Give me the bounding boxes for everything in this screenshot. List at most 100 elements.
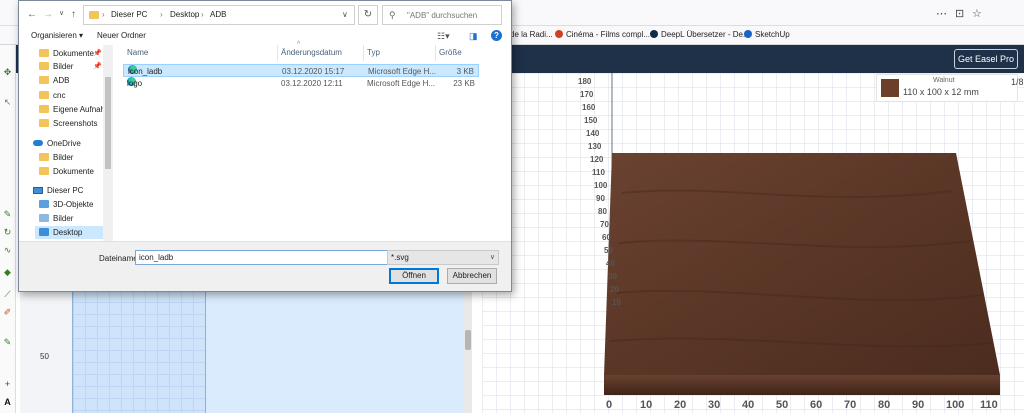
- organize-menu[interactable]: Organisieren ▾: [31, 31, 83, 40]
- star-icon[interactable]: ☆: [972, 7, 982, 20]
- column-type[interactable]: Typ: [367, 48, 380, 57]
- path-tool-icon[interactable]: ⟋: [2, 289, 13, 300]
- filetype-select[interactable]: *.svg ∨: [387, 250, 499, 265]
- x-axis-tick: 90: [912, 399, 925, 411]
- 3d-preview-svg: [482, 73, 1024, 413]
- material-name: Walnut: [933, 77, 955, 84]
- edit-tool-icon[interactable]: ✎: [2, 337, 13, 348]
- folder-icon: [39, 167, 49, 175]
- material-panel[interactable]: Walnut 110 x 100 x 12 mm 1/8: [876, 74, 1024, 102]
- nav-item-3d-objects[interactable]: 3D-Objekte: [39, 198, 93, 211]
- x-axis-tick: 100: [946, 399, 965, 411]
- refresh-icon: ↻: [363, 9, 373, 20]
- nav-item-this-pc[interactable]: Dieser PC: [33, 184, 83, 197]
- text-tool-icon[interactable]: A: [2, 397, 13, 408]
- pocket-icon[interactable]: ⊡: [955, 7, 964, 20]
- address-bar[interactable]: › Dieser PC › Desktop › ADB ∨: [83, 5, 355, 25]
- breadcrumb-adb[interactable]: ADB: [210, 10, 226, 19]
- nav-item-onedrive-documents[interactable]: Dokumente: [39, 165, 94, 178]
- refresh-button[interactable]: ↻: [358, 5, 378, 25]
- folder-icon: [39, 76, 49, 84]
- brush-tool-icon[interactable]: ✐: [2, 307, 13, 318]
- y-axis-tick: 120: [590, 155, 604, 164]
- ruler-label: 50: [40, 352, 49, 361]
- navigation-scrollbar-thumb[interactable]: [105, 77, 111, 169]
- design-canvas[interactable]: [20, 290, 472, 413]
- x-axis-tick: 40: [742, 399, 755, 411]
- node-tool-icon[interactable]: ◆: [2, 267, 13, 278]
- y-axis-tick: 70: [600, 220, 609, 229]
- y-axis-tick: 50: [604, 246, 613, 255]
- left-toolbar: ✥ ↖ ✎ ↻ ∿ ◆ ⟋ ✐ ✎ + A: [0, 45, 16, 413]
- search-icon: ⚲: [389, 10, 396, 20]
- nav-item-desktop[interactable]: Desktop: [35, 226, 103, 239]
- y-axis-tick: 130: [588, 142, 602, 151]
- rotate-tool-icon[interactable]: ↻: [2, 227, 13, 238]
- y-axis-tick: 160: [582, 103, 596, 112]
- get-easel-pro-button[interactable]: Get Easel Pro: [954, 49, 1018, 69]
- file-list: ^ Name Änderungsdatum Typ Größe icon_lad…: [119, 41, 511, 241]
- bookmark-cinema[interactable]: Cinéma - Films compl...: [555, 30, 650, 39]
- move-tool-icon[interactable]: ✥: [2, 67, 13, 78]
- folder-icon: [39, 49, 49, 57]
- nav-item-pictures[interactable]: Bilder: [39, 60, 73, 73]
- nav-item-onedrive-pictures[interactable]: Bilder: [39, 151, 73, 164]
- search-input[interactable]: ⚲ "ADB" durchsuchen: [382, 5, 502, 25]
- column-size[interactable]: Größe: [439, 48, 462, 57]
- back-arrow-icon[interactable]: ←: [27, 9, 37, 20]
- nav-item-adb[interactable]: ADB: [39, 74, 69, 87]
- 3d-preview[interactable]: 180 170 160 150 140 130 120 110 100 90 80 70 60 50 40 3…: [482, 73, 1024, 413]
- filetype-dropdown-icon: ∨: [489, 254, 495, 261]
- address-folder-icon: [89, 11, 99, 19]
- nav-item-recordings[interactable]: Eigene Aufnahm: [39, 103, 112, 116]
- file-row-icon-ladb[interactable]: icon_ladb 03.12.2020 15:17 Microsoft Edg…: [123, 64, 479, 77]
- pen-tool-icon[interactable]: ✎: [2, 209, 13, 220]
- bit-size: 1/8: [1011, 77, 1024, 87]
- column-name[interactable]: Name: [127, 48, 148, 57]
- 3d-objects-icon: [39, 200, 49, 208]
- curve-tool-icon[interactable]: ∿: [2, 245, 13, 256]
- x-axis-tick: 30: [708, 399, 721, 411]
- address-dropdown-icon[interactable]: ∨: [342, 10, 348, 19]
- open-button[interactable]: Öffnen: [389, 268, 439, 284]
- select-tool-icon[interactable]: ↖: [2, 97, 13, 108]
- help-icon[interactable]: ?: [491, 30, 502, 41]
- new-folder-button[interactable]: Neuer Ordner: [97, 31, 146, 40]
- filename-input[interactable]: icon_ladb ∨: [135, 250, 397, 265]
- forward-arrow-icon[interactable]: →: [43, 9, 53, 20]
- x-axis-tick: 80: [878, 399, 891, 411]
- folder-icon: [39, 153, 49, 161]
- y-axis-tick: 20: [610, 285, 619, 294]
- this-pc-icon: [33, 187, 43, 194]
- search-placeholder: "ADB" durchsuchen: [407, 11, 478, 20]
- plus-tool-icon[interactable]: +: [2, 379, 13, 390]
- view-options-icon[interactable]: ☷▾: [437, 31, 450, 42]
- breadcrumb-desktop[interactable]: Desktop: [170, 10, 199, 19]
- file-open-dialog: ← → ∨ ↑ › Dieser PC › Desktop › ADB ∨ ↻ …: [18, 0, 512, 292]
- bookmark-sketchup[interactable]: SketchUp: [744, 30, 790, 39]
- x-axis-tick: 0: [606, 399, 613, 411]
- design-scrollbar[interactable]: [464, 290, 472, 413]
- folder-icon: [39, 62, 49, 70]
- up-arrow-icon[interactable]: ↑: [71, 9, 76, 20]
- column-date[interactable]: Änderungsdatum: [281, 48, 342, 57]
- file-row-logo[interactable]: logo 03.12.2020 12:11 Microsoft Edge H..…: [123, 77, 479, 90]
- nav-item-screenshots[interactable]: Screenshots: [39, 117, 97, 130]
- nav-item-onedrive[interactable]: OneDrive: [33, 137, 81, 150]
- breadcrumb-this-pc[interactable]: Dieser PC: [111, 10, 147, 19]
- bookmark-deepl[interactable]: DeepL Übersetzer - De...: [650, 30, 750, 39]
- nav-item-documents[interactable]: Dokumente: [39, 47, 94, 60]
- bookmark-radio[interactable]: de la Radi...: [510, 30, 553, 39]
- menu-dots-icon[interactable]: ⋯: [936, 7, 947, 20]
- navigation-scrollbar[interactable]: [103, 45, 113, 241]
- x-axis-tick: 110: [980, 399, 998, 411]
- cancel-button[interactable]: Abbrechen: [447, 268, 497, 284]
- y-axis-tick: 110: [592, 168, 605, 177]
- nav-item-this-pc-pictures[interactable]: Bilder: [39, 212, 73, 225]
- nav-item-cnc[interactable]: cnc: [39, 89, 65, 102]
- pictures-icon: [39, 214, 49, 222]
- preview-pane-icon[interactable]: ◨: [469, 31, 478, 42]
- x-axis-tick: 10: [640, 399, 653, 411]
- design-scrollbar-thumb[interactable]: [465, 330, 471, 350]
- recent-locations-chevron-icon[interactable]: ∨: [59, 9, 64, 17]
